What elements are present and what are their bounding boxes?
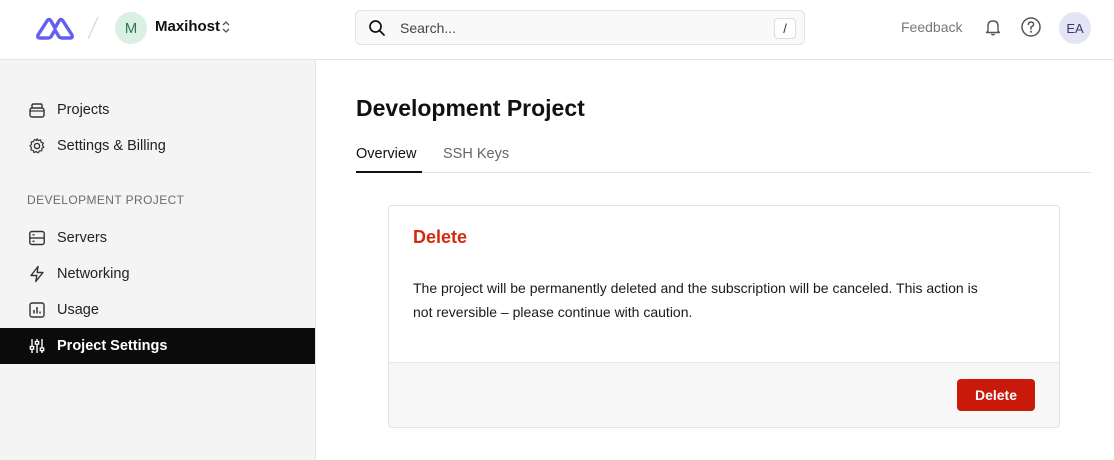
sidebar-item-settings-billing[interactable]: Settings & Billing [0, 128, 315, 164]
maxihost-logo-icon[interactable] [34, 15, 76, 41]
sidebar-item-label: Project Settings [57, 338, 168, 354]
tab-bar: Overview SSH Keys [356, 143, 1091, 173]
sidebar-item-project-settings[interactable]: Project Settings [0, 328, 315, 364]
help-icon[interactable] [1020, 16, 1042, 38]
org-avatar[interactable]: M [115, 12, 147, 44]
sidebar-item-servers[interactable]: Servers [0, 220, 315, 256]
search-bar[interactable]: / [355, 10, 805, 45]
chevron-up-down-icon[interactable] [221, 20, 231, 34]
breadcrumb-separator-icon [87, 16, 99, 40]
sidebar-item-usage[interactable]: Usage [0, 292, 315, 328]
sidebar-item-label: Settings & Billing [57, 138, 166, 154]
lightning-icon [30, 265, 44, 283]
tab-overview[interactable]: Overview [356, 146, 422, 173]
sidebar-item-label: Networking [57, 266, 130, 282]
delete-card-footer: Delete [389, 362, 1059, 427]
sidebar-item-projects[interactable]: Projects [0, 92, 315, 128]
main-content: Development Project Overview SSH Keys De… [316, 60, 1114, 460]
sidebar-item-networking[interactable]: Networking [0, 256, 315, 292]
search-shortcut-key: / [774, 18, 796, 39]
sidebar-section-label: DEVELOPMENT PROJECT [27, 193, 185, 207]
top-bar: M Maxihost / Feedback EA [0, 0, 1114, 60]
delete-card-title: Delete [413, 227, 468, 247]
search-icon [369, 20, 385, 36]
delete-card-description: The project will be permanently deleted … [413, 280, 978, 320]
tab-ssh-keys[interactable]: SSH Keys [443, 146, 509, 173]
sidebar-item-label: Usage [57, 302, 99, 318]
page-title: Development Project [356, 95, 585, 121]
server-icon [29, 230, 45, 246]
chart-icon [29, 302, 45, 318]
sidebar: Projects Settings & Billing DEVELOPMENT … [0, 60, 316, 460]
sidebar-item-label: Projects [57, 102, 110, 118]
bell-icon[interactable] [984, 18, 1002, 36]
gear-icon [29, 138, 45, 154]
delete-project-button[interactable]: Delete [957, 379, 1035, 411]
org-name[interactable]: Maxihost [155, 18, 220, 35]
feedback-link[interactable]: Feedback [901, 19, 962, 35]
delete-project-card: Delete The project will be permanently d… [388, 205, 1060, 428]
sidebar-item-label: Servers [57, 230, 107, 246]
search-input[interactable] [400, 18, 720, 38]
sliders-icon [29, 339, 45, 353]
box-icon [29, 103, 45, 118]
user-avatar[interactable]: EA [1059, 12, 1091, 44]
